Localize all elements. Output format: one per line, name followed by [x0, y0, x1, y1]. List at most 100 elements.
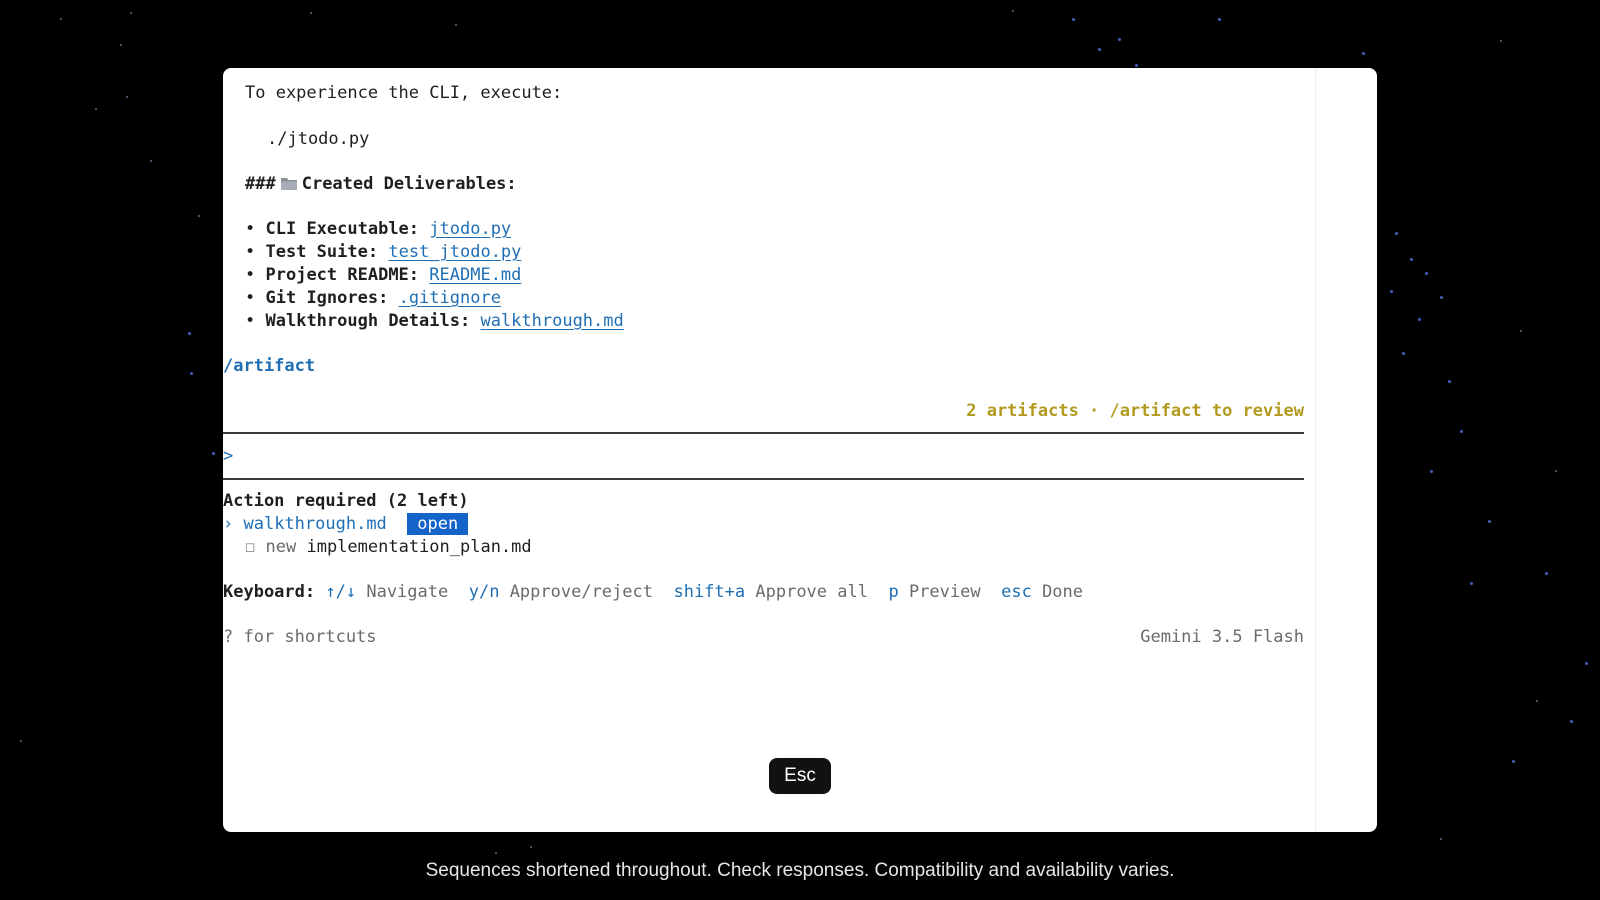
- hint-action: Navigate: [366, 582, 449, 602]
- star: [1545, 572, 1548, 575]
- file-link-jtodo[interactable]: jtodo.py: [429, 219, 511, 239]
- prompt-input[interactable]: >: [223, 445, 233, 467]
- deliverable-label: Git Ignores:: [265, 288, 389, 308]
- deliverable-item: • CLI Executable: jtodo.py: [245, 218, 511, 240]
- hint-key: esc: [1001, 582, 1032, 602]
- star: [1390, 290, 1393, 293]
- new-tag: new: [265, 537, 297, 557]
- file-link-readme[interactable]: README.md: [429, 265, 521, 285]
- star: [1135, 64, 1138, 67]
- file-link-test-jtodo[interactable]: test_jtodo.py: [388, 242, 521, 262]
- open-badge[interactable]: open: [407, 513, 469, 535]
- hint-key: y/n: [468, 582, 500, 602]
- star: [495, 852, 497, 854]
- star: [1570, 720, 1573, 723]
- star: [1585, 662, 1588, 665]
- bullet: •: [245, 311, 256, 331]
- command-text: ./jtodo.py: [267, 129, 370, 149]
- star: [126, 96, 128, 98]
- star: [1555, 470, 1557, 472]
- star: [212, 452, 215, 455]
- model-name: Gemini 3.5 Flash: [1140, 627, 1304, 647]
- keyboard-hints: Keyboard: ↑/↓ Navigate y/n Approve/rejec…: [223, 581, 1083, 603]
- hint-key: ↑/↓: [325, 582, 357, 602]
- star: [120, 44, 122, 46]
- star: [310, 12, 312, 14]
- star: [1410, 258, 1413, 261]
- heading-prefix: ###: [245, 174, 276, 194]
- star: [1012, 10, 1014, 12]
- deliverable-label: CLI Executable:: [265, 219, 420, 239]
- deliverable-label: Walkthrough Details:: [265, 311, 471, 331]
- artifact-item-walkthrough[interactable]: › walkthrough.md open: [223, 513, 469, 535]
- hint-action: Approve/reject: [509, 582, 653, 602]
- artifact-name: walkthrough.md: [243, 514, 387, 534]
- file-link-walkthrough[interactable]: walkthrough.md: [480, 311, 623, 331]
- star: [1440, 838, 1442, 840]
- deliverable-label: Project README:: [265, 265, 420, 285]
- star: [1430, 470, 1433, 473]
- star: [1520, 330, 1522, 332]
- deliverable-label: Test Suite:: [265, 242, 379, 262]
- input-bottom-rule: [223, 478, 1304, 480]
- video-frame: To experience the CLI, execute: ./jtodo.…: [0, 0, 1600, 900]
- star: [1470, 582, 1473, 585]
- deliverable-item: • Walkthrough Details: walkthrough.md: [245, 310, 624, 332]
- artifact-status: 2 artifacts · /artifact to review: [966, 401, 1304, 421]
- star: [455, 24, 457, 26]
- star: [198, 215, 200, 217]
- star: [95, 108, 97, 110]
- selection-caret-icon: ›: [223, 514, 234, 534]
- deliverable-item: • Project README: README.md: [245, 264, 521, 286]
- star: [1098, 48, 1101, 51]
- scrollbar-track[interactable]: [1315, 68, 1316, 832]
- star: [1425, 272, 1428, 275]
- bullet: •: [245, 288, 256, 308]
- hint-key: shift+a: [673, 582, 746, 602]
- action-title: Action required (2 left): [223, 491, 469, 511]
- folder-icon: [280, 175, 298, 190]
- hint-action: Approve all: [755, 582, 868, 602]
- artifact-name: implementation_plan.md: [306, 537, 532, 557]
- star: [1395, 232, 1398, 235]
- bullet: •: [245, 265, 256, 285]
- star: [1536, 700, 1538, 702]
- star: [1418, 318, 1421, 321]
- checkbox-icon[interactable]: ☐: [245, 537, 255, 557]
- intro-text: To experience the CLI, execute:: [245, 83, 563, 103]
- star: [1500, 40, 1502, 42]
- star: [1488, 520, 1491, 523]
- star: [60, 18, 62, 20]
- star: [1072, 18, 1075, 21]
- deliverable-item: • Test Suite: test_jtodo.py: [245, 241, 521, 263]
- star: [1460, 430, 1463, 433]
- hint-action: Preview: [908, 582, 981, 602]
- deliverable-item: • Git Ignores: .gitignore: [245, 287, 501, 309]
- star: [130, 12, 132, 14]
- input-top-rule: [223, 432, 1304, 434]
- slash-command: /artifact: [223, 356, 316, 376]
- star: [1118, 38, 1121, 41]
- star: [1402, 352, 1405, 355]
- bullet: •: [245, 219, 256, 239]
- star: [1448, 380, 1451, 383]
- star: [1218, 18, 1221, 21]
- shortcuts-hint: ? for shortcuts: [223, 627, 377, 647]
- hint-key: p: [888, 582, 899, 602]
- star: [190, 372, 193, 375]
- star: [1362, 52, 1365, 55]
- star: [1512, 760, 1515, 763]
- artifact-item-implementation-plan[interactable]: ☐ new implementation_plan.md: [245, 536, 532, 558]
- star: [150, 160, 152, 162]
- star: [20, 740, 22, 742]
- heading-title: Created Deliverables:: [301, 174, 517, 194]
- bullet: •: [245, 242, 256, 262]
- star: [530, 846, 532, 848]
- hint-action: Done: [1042, 582, 1084, 602]
- section-heading: ### Created Deliverables:: [245, 173, 517, 195]
- file-link-gitignore[interactable]: .gitignore: [399, 288, 501, 308]
- keyboard-label: Keyboard:: [223, 582, 316, 602]
- star: [1440, 296, 1443, 299]
- terminal-window: To experience the CLI, execute: ./jtodo.…: [223, 68, 1377, 832]
- star: [188, 332, 191, 335]
